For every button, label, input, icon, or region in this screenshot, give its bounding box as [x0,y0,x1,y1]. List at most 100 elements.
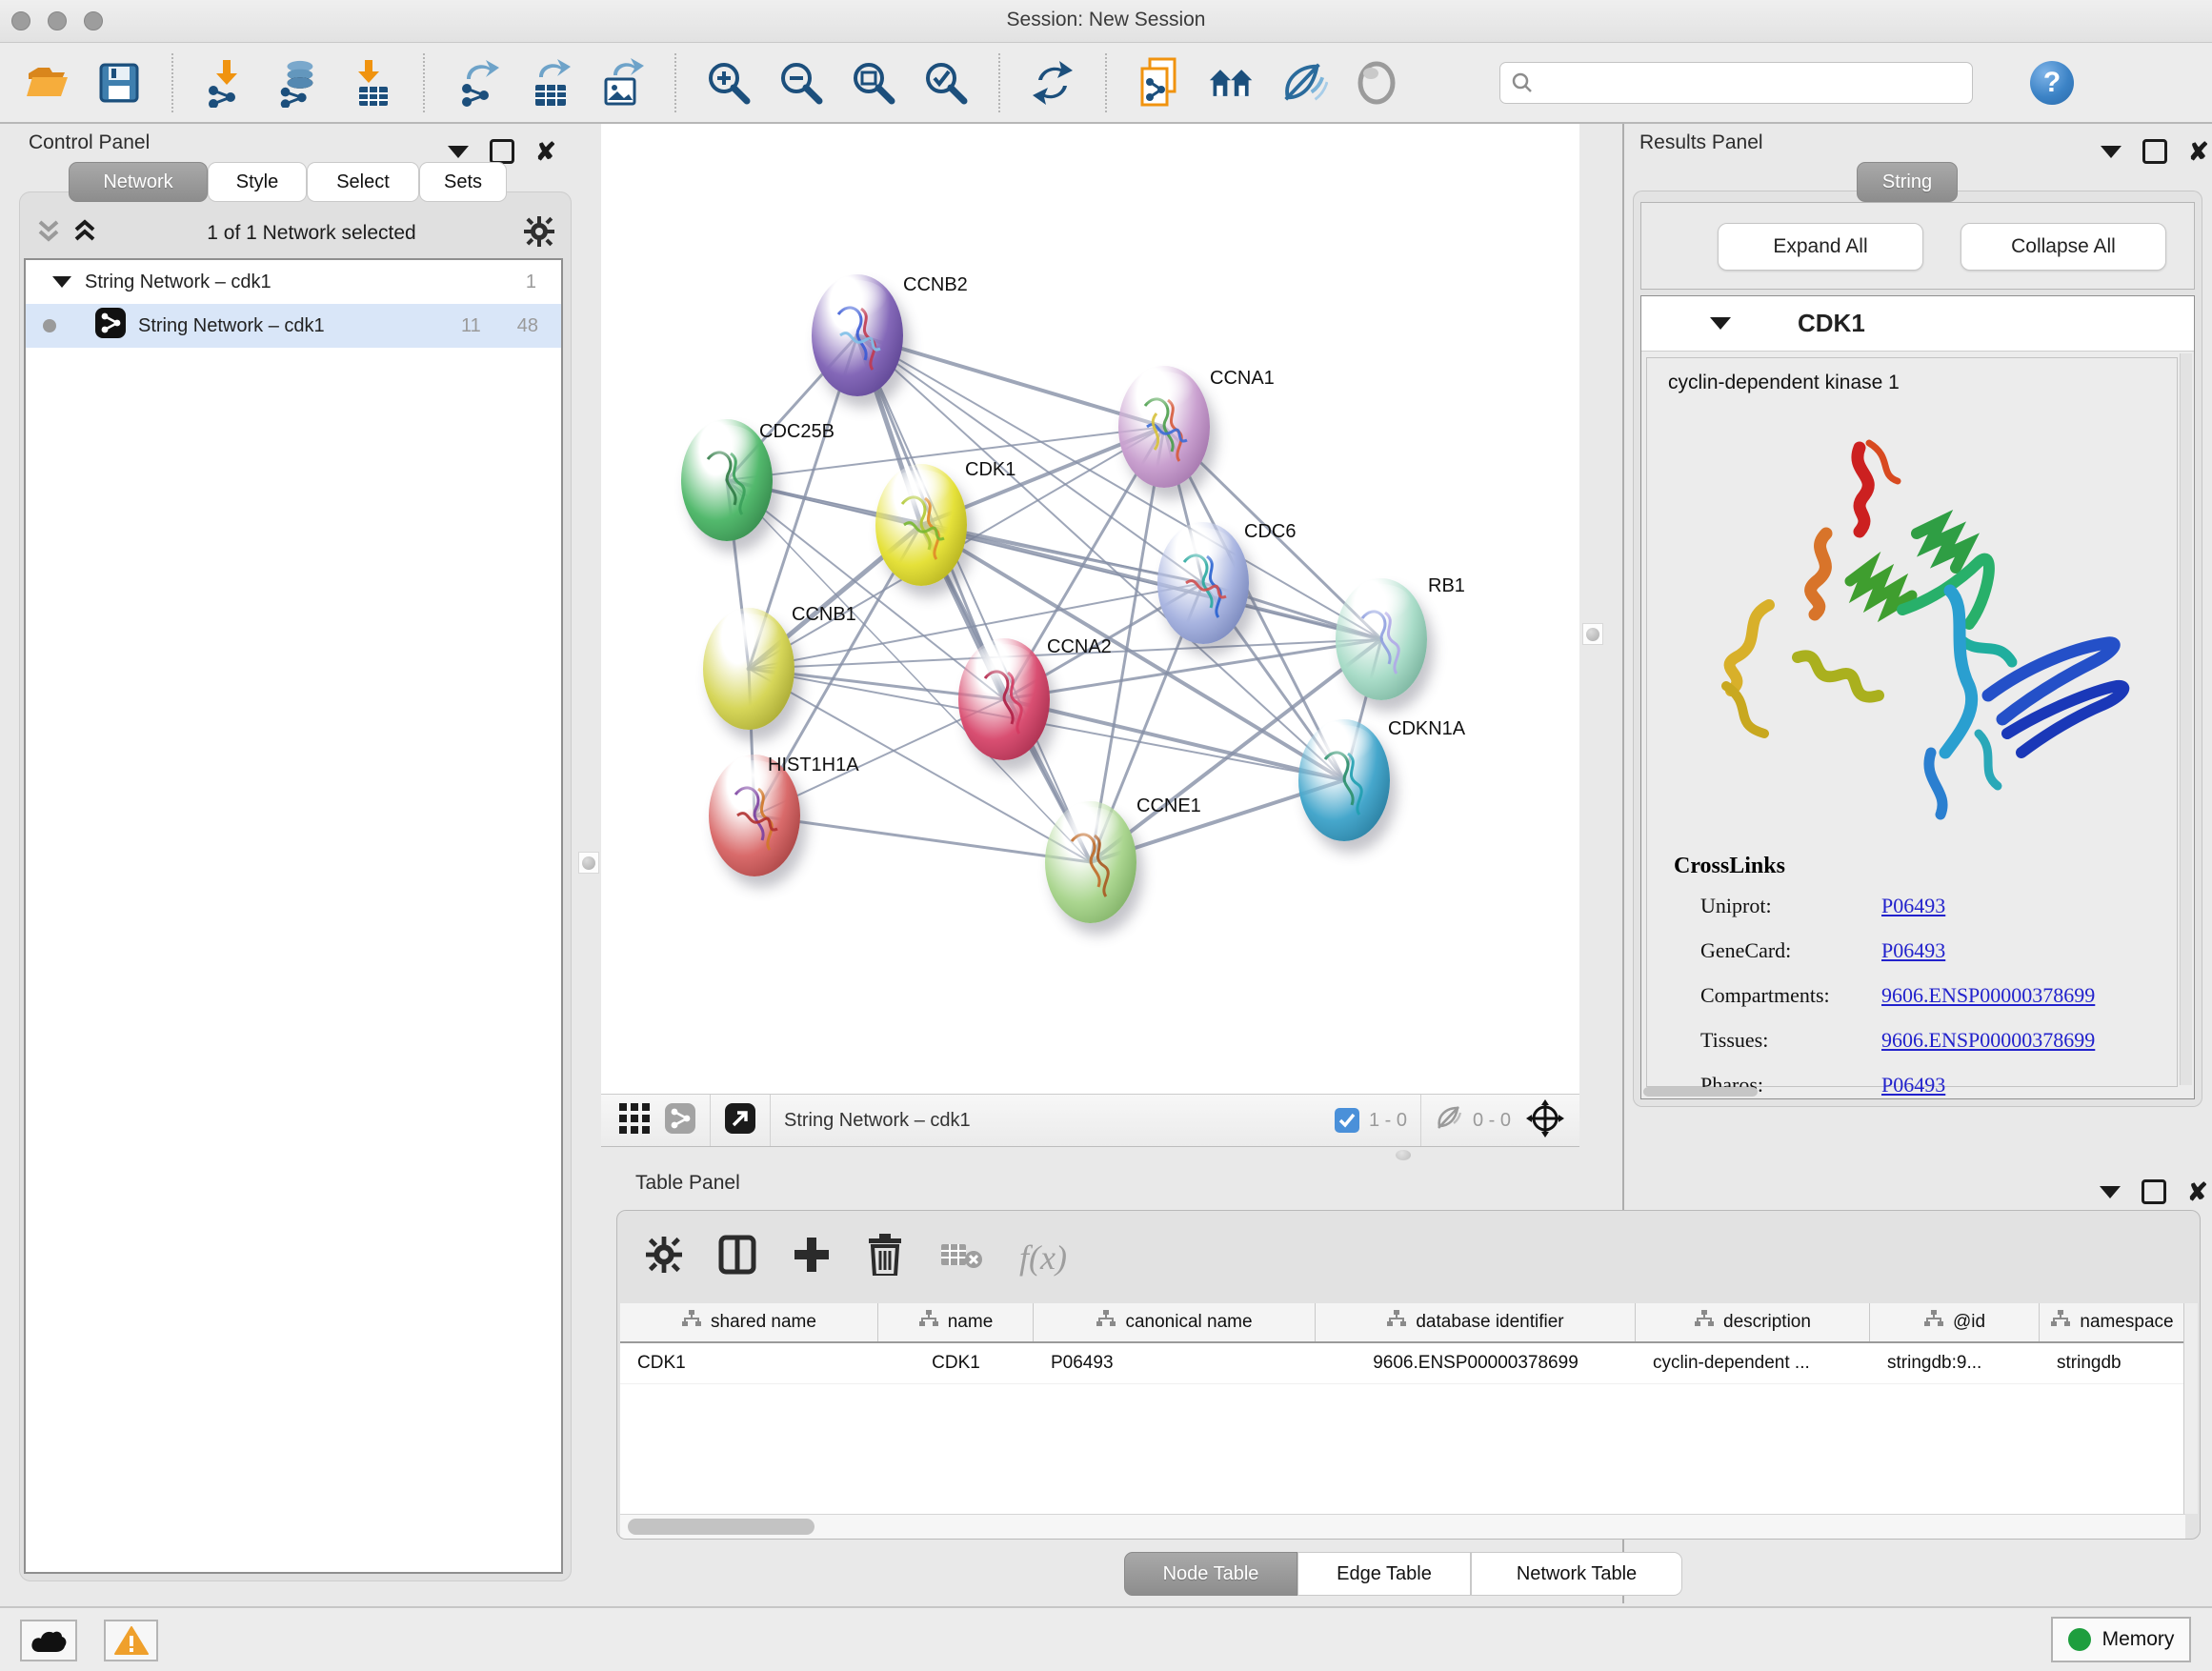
tab-sets[interactable]: Sets [419,162,507,202]
grid-view-icon[interactable] [618,1102,651,1139]
share-view-icon[interactable] [664,1102,696,1139]
network-row-selected[interactable]: String Network – cdk1 11 48 [26,304,561,348]
crosslink-link[interactable]: P06493 [1881,938,1945,963]
column-header-canonical-name[interactable]: canonical name [1034,1303,1316,1341]
memory-button[interactable]: Memory [2051,1617,2191,1662]
detach-view-icon[interactable] [724,1102,756,1139]
entry-collapse-icon[interactable] [1710,317,1731,330]
panel-float-icon[interactable] [490,139,514,164]
node-CCNA2[interactable] [958,638,1050,760]
export-image-icon[interactable] [598,59,646,107]
tab-style[interactable]: Style [208,162,307,202]
node-CDC6[interactable] [1157,522,1249,644]
right-splitter-handle[interactable] [1582,623,1603,645]
clone-network-icon[interactable] [1136,59,1183,107]
export-network-icon[interactable] [453,59,501,107]
selected-checkbox-icon[interactable] [1335,1108,1359,1133]
column-header-namespace[interactable]: namespace [2040,1303,2185,1341]
network-collection-row[interactable]: String Network – cdk1 1 [26,260,561,304]
table-vertical-scrollbar[interactable] [2183,1303,2198,1514]
bottom-splitter-handle[interactable] [1396,1150,1411,1160]
cloud-button[interactable] [20,1620,77,1661]
table-row[interactable]: CDK1CDK1P064939606.ENSP00000378699cyclin… [620,1343,2185,1384]
help-icon[interactable]: ? [2030,61,2074,105]
column-header-name[interactable]: name [878,1303,1034,1341]
network-canvas[interactable]: CCNB2CCNA1CDC25BCDK1CDC6RB1CCNB1CCNA2CDK… [601,124,1579,1094]
panel-close-icon[interactable]: ✘ [2187,1182,2208,1201]
edge-CCNA2-CDKN1A[interactable] [1004,699,1344,780]
network-options-gear-icon[interactable] [524,216,554,252]
create-column-icon[interactable] [793,1236,831,1278]
node-CCNE1[interactable] [1045,801,1136,923]
table-cell[interactable]: 9606.ENSP00000378699 [1316,1343,1636,1383]
search-input[interactable] [1499,62,1973,104]
panel-menu-icon[interactable] [448,146,469,158]
delete-column-icon[interactable] [867,1234,903,1280]
collapse-all-button[interactable]: Collapse All [1961,223,2166,271]
column-header-database-identifier[interactable]: database identifier [1316,1303,1636,1341]
zoom-fit-content-icon[interactable] [850,59,897,107]
panel-menu-icon[interactable] [2101,146,2122,158]
refresh-view-icon[interactable] [1029,59,1076,107]
table-options-gear-icon[interactable] [646,1237,682,1278]
table-cell[interactable]: cyclin-dependent ... [1636,1343,1870,1383]
birds-eye-view-icon[interactable] [1526,1099,1564,1142]
tab-string[interactable]: String [1857,162,1958,202]
crosslink-link[interactable]: P06493 [1881,894,1945,918]
show-all-icon[interactable] [1353,59,1400,107]
warning-button[interactable] [104,1620,158,1661]
panel-close-icon[interactable]: ✘ [535,142,556,161]
zoom-selected-icon[interactable] [922,59,970,107]
panel-float-icon[interactable] [2142,139,2167,164]
tab-select[interactable]: Select [307,162,419,202]
collection-expand-icon[interactable] [52,276,71,288]
crosslink-link[interactable]: P06493 [1881,1073,1945,1097]
table-horizontal-scrollbar[interactable] [620,1514,2185,1540]
panel-close-icon[interactable]: ✘ [2188,142,2209,161]
edge-HIST1H1A-CCNE1[interactable] [754,815,1091,862]
tab-network[interactable]: Network [69,162,208,202]
left-splitter-handle[interactable] [578,852,599,874]
expand-all-networks-icon[interactable] [70,218,99,250]
edge-CCNB2-CCNE1[interactable] [857,335,1091,862]
panel-menu-icon[interactable] [2100,1186,2121,1198]
node-CDK1[interactable] [875,464,967,586]
crosslink-link[interactable]: 9606.ENSP00000378699 [1881,1028,2095,1053]
tab-network-table[interactable]: Network Table [1471,1552,1682,1596]
table-cell[interactable]: P06493 [1034,1343,1316,1383]
zoom-out-icon[interactable] [777,59,825,107]
tab-node-table[interactable]: Node Table [1124,1552,1297,1596]
column-header--id[interactable]: @id [1870,1303,2040,1341]
table-cell[interactable]: stringdb [2040,1343,2185,1383]
results-horizontal-scrollbar[interactable] [1643,1087,1758,1097]
export-table-icon[interactable] [526,59,573,107]
import-network-from-file-icon[interactable] [202,59,250,107]
node-CCNB1[interactable] [703,608,794,730]
expand-all-button[interactable]: Expand All [1718,223,1923,271]
collapse-all-networks-icon[interactable] [34,218,63,250]
open-session-icon[interactable] [23,59,70,107]
results-scroll-area[interactable]: CDK1 cyclin-dependent kinase 1 [1640,295,2195,1099]
edge-CDK1-RB1[interactable] [921,525,1381,639]
import-table-from-file-icon[interactable] [347,59,394,107]
table-cell[interactable]: CDK1 [878,1343,1034,1383]
panel-float-icon[interactable] [2142,1179,2166,1204]
table-cell[interactable]: CDK1 [620,1343,878,1383]
tab-edge-table[interactable]: Edge Table [1297,1552,1471,1596]
hide-selected-icon[interactable] [1280,59,1328,107]
crosslink-link[interactable]: 9606.ENSP00000378699 [1881,983,2095,1008]
save-session-icon[interactable] [95,59,143,107]
cdk1-entry-header[interactable]: CDK1 [1641,296,2194,352]
results-vertical-scrollbar[interactable] [2180,353,2192,1085]
node-RB1[interactable] [1336,578,1427,700]
node-CCNA1[interactable] [1118,366,1210,488]
column-header-shared-name[interactable]: shared name [620,1303,878,1341]
table-cell[interactable]: stringdb:9... [1870,1343,2040,1383]
node-CCNB2[interactable] [812,274,903,396]
show-columns-icon[interactable] [718,1235,756,1279]
node-CDKN1A[interactable] [1298,719,1390,841]
column-header-description[interactable]: description [1636,1303,1870,1341]
import-network-from-database-icon[interactable] [274,59,322,107]
zoom-in-icon[interactable] [705,59,753,107]
scrollbar-thumb[interactable] [628,1519,814,1535]
